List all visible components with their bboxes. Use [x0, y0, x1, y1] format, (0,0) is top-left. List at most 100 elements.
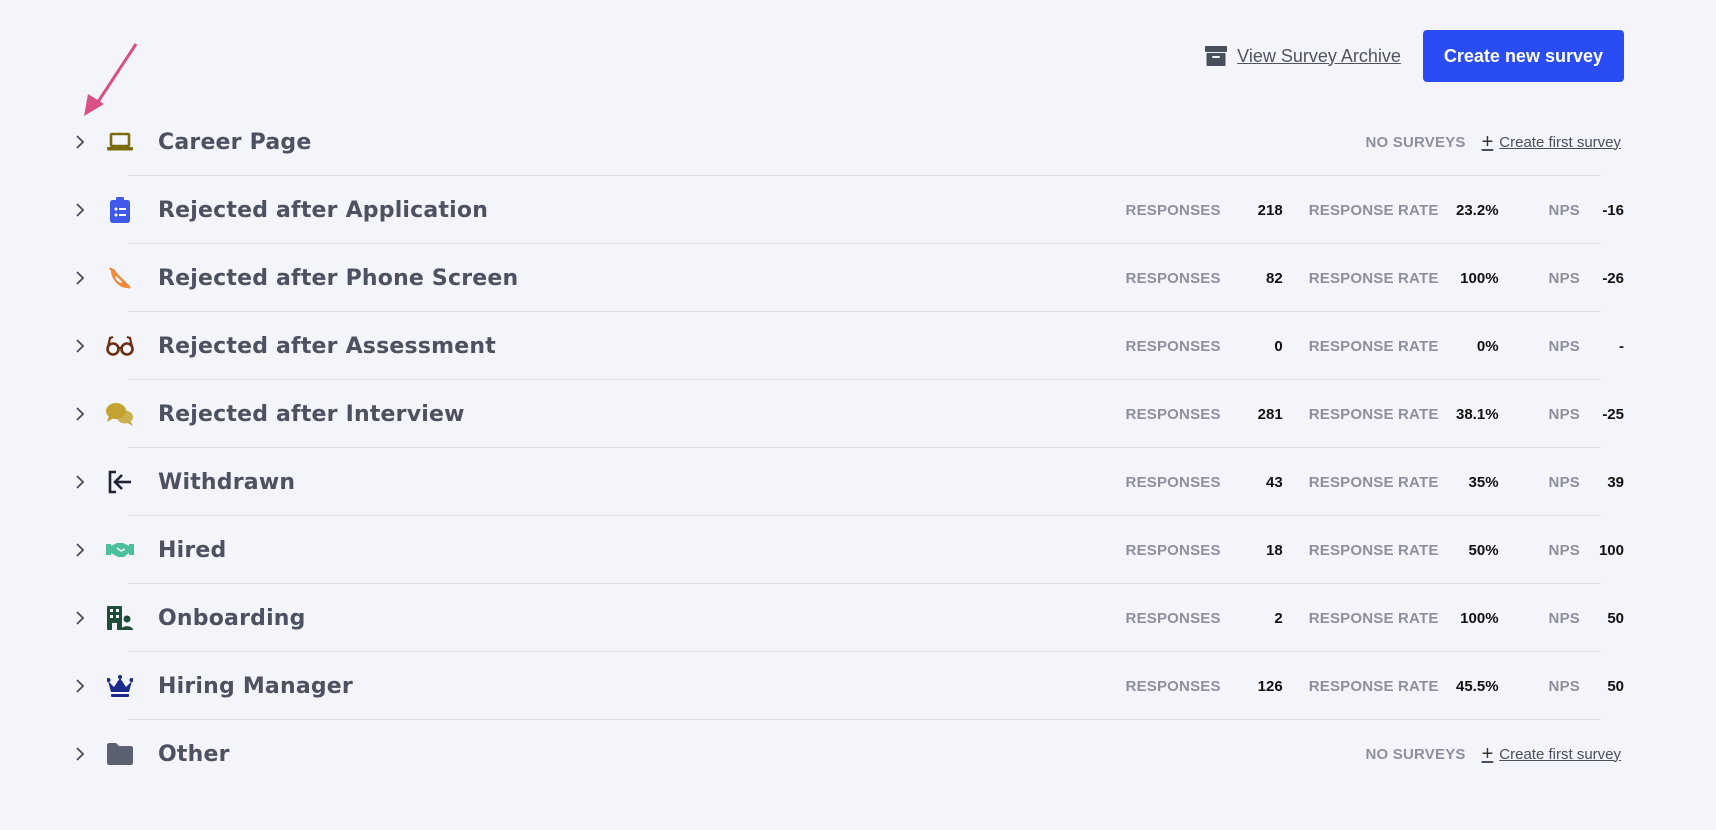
expand-chevron-icon[interactable] — [68, 606, 92, 630]
nps-label: NPS — [1548, 541, 1580, 559]
response-rate-value: 100% — [1460, 269, 1499, 287]
response-rate-label: RESPONSE RATE — [1308, 337, 1439, 355]
stats: RESPONSES 18 RESPONSE RATE 50% NPS 100 — [1126, 516, 1624, 584]
expand-chevron-icon[interactable] — [68, 198, 92, 222]
create-first-survey-label: Create first survey — [1499, 745, 1621, 763]
nps-value: 39 — [1607, 473, 1624, 491]
responses-value: 43 — [1266, 473, 1283, 491]
expand-chevron-icon[interactable] — [68, 538, 92, 562]
category-title[interactable]: Rejected after Phone Screen — [158, 266, 518, 291]
responses-value: 82 — [1266, 269, 1283, 287]
category-title[interactable]: Other — [158, 742, 230, 767]
expand-chevron-icon[interactable] — [68, 130, 92, 154]
response-rate-value: 23.2% — [1456, 201, 1499, 219]
create-first-survey-link[interactable]: + Create first survey — [1482, 132, 1621, 152]
no-surveys-label: NO SURVEYS — [1365, 133, 1466, 151]
response-rate-label: RESPONSE RATE — [1308, 405, 1439, 423]
category-title[interactable]: Hiring Manager — [158, 674, 353, 699]
responses-value: 18 — [1266, 541, 1283, 559]
responses-value: 126 — [1257, 677, 1283, 695]
survey-category-row[interactable]: Hiring Manager RESPONSES 126 RESPONSE RA… — [68, 652, 1624, 720]
category-title[interactable]: Career Page — [158, 130, 311, 155]
expand-chevron-icon[interactable] — [68, 674, 92, 698]
no-surveys-label: NO SURVEYS — [1365, 745, 1466, 763]
archive-label: View Survey Archive — [1237, 45, 1401, 66]
responses-value: 218 — [1257, 201, 1283, 219]
nps-value: 50 — [1607, 677, 1624, 695]
responses-label: RESPONSES — [1125, 541, 1221, 559]
responses-label: RESPONSES — [1125, 473, 1221, 491]
archive-icon — [1205, 46, 1228, 66]
survey-category-row[interactable]: Career Page NO SURVEYS + Create first su… — [68, 108, 1624, 176]
stats: RESPONSES 82 RESPONSE RATE 100% NPS -26 — [1126, 244, 1624, 312]
response-rate-value: 0% — [1476, 337, 1499, 355]
survey-category-row[interactable]: Rejected after Phone Screen RESPONSES 82… — [68, 244, 1624, 312]
responses-label: RESPONSES — [1125, 405, 1221, 423]
phone-slash-icon — [106, 264, 134, 292]
response-rate-label: RESPONSE RATE — [1308, 541, 1439, 559]
nps-value: -26 — [1602, 269, 1624, 287]
expand-chevron-icon[interactable] — [68, 266, 92, 290]
responses-value: 0 — [1274, 337, 1283, 355]
stats: RESPONSES 0 RESPONSE RATE 0% NPS - — [1126, 312, 1624, 380]
create-first-survey-label: Create first survey — [1499, 133, 1621, 151]
stats: RESPONSES 281 RESPONSE RATE 38.1% NPS -2… — [1126, 380, 1624, 448]
response-rate-value: 38.1% — [1456, 405, 1499, 423]
comments-icon — [106, 400, 134, 428]
nps-label: NPS — [1548, 337, 1580, 355]
folder-icon — [106, 740, 134, 768]
stats: RESPONSES 126 RESPONSE RATE 45.5% NPS 50 — [1126, 652, 1624, 720]
nps-label: NPS — [1548, 677, 1580, 695]
nps-value: -25 — [1602, 405, 1624, 423]
no-surveys-area: NO SURVEYS + Create first survey — [1366, 108, 1621, 176]
nps-label: NPS — [1548, 473, 1580, 491]
category-title[interactable]: Rejected after Interview — [158, 402, 465, 427]
glasses-icon — [106, 332, 134, 360]
response-rate-value: 45.5% — [1456, 677, 1499, 695]
responses-value: 2 — [1274, 609, 1283, 627]
response-rate-label: RESPONSE RATE — [1308, 473, 1439, 491]
survey-category-row[interactable]: Rejected after Interview RESPONSES 281 R… — [68, 380, 1624, 448]
response-rate-value: 35% — [1468, 473, 1499, 491]
handshake-icon — [106, 536, 134, 564]
create-first-survey-link[interactable]: + Create first survey — [1482, 744, 1621, 764]
responses-label: RESPONSES — [1125, 201, 1221, 219]
create-new-survey-button[interactable]: Create new survey — [1422, 30, 1624, 82]
category-title[interactable]: Rejected after Application — [158, 198, 488, 223]
stats: RESPONSES 2 RESPONSE RATE 100% NPS 50 — [1126, 584, 1624, 652]
survey-category-row[interactable]: Onboarding RESPONSES 2 RESPONSE RATE 100… — [68, 584, 1624, 652]
plus-icon: + — [1481, 131, 1494, 153]
response-rate-label: RESPONSE RATE — [1308, 201, 1439, 219]
survey-category-row[interactable]: Other NO SURVEYS + Create first survey — [68, 720, 1624, 788]
nps-value: 100 — [1598, 541, 1624, 559]
building-user-icon — [106, 604, 134, 632]
responses-label: RESPONSES — [1125, 609, 1221, 627]
response-rate-label: RESPONSE RATE — [1308, 609, 1439, 627]
survey-category-row[interactable]: Rejected after Assessment RESPONSES 0 RE… — [68, 312, 1624, 380]
expand-chevron-icon[interactable] — [68, 402, 92, 426]
top-actions: View Survey Archive Create new survey — [1205, 30, 1624, 82]
nps-value: -16 — [1602, 201, 1624, 219]
expand-chevron-icon[interactable] — [68, 470, 92, 494]
nps-value: 50 — [1607, 609, 1624, 627]
expand-chevron-icon[interactable] — [68, 334, 92, 358]
sign-out-icon — [106, 468, 134, 496]
survey-category-row[interactable]: Rejected after Application RESPONSES 218… — [68, 176, 1624, 244]
stats: RESPONSES 43 RESPONSE RATE 35% NPS 39 — [1126, 448, 1624, 516]
view-survey-archive-link[interactable]: View Survey Archive — [1205, 46, 1401, 67]
category-title[interactable]: Withdrawn — [158, 470, 295, 495]
survey-category-row[interactable]: Hired RESPONSES 18 RESPONSE RATE 50% NPS… — [68, 516, 1624, 584]
expand-chevron-icon[interactable] — [68, 742, 92, 766]
survey-category-row[interactable]: Withdrawn RESPONSES 43 RESPONSE RATE 35%… — [68, 448, 1624, 516]
category-title[interactable]: Rejected after Assessment — [158, 334, 496, 359]
nps-label: NPS — [1548, 609, 1580, 627]
stats: RESPONSES 218 RESPONSE RATE 23.2% NPS -1… — [1126, 176, 1624, 244]
crown-icon — [106, 672, 134, 700]
nps-label: NPS — [1548, 269, 1580, 287]
response-rate-value: 100% — [1460, 609, 1499, 627]
responses-label: RESPONSES — [1125, 337, 1221, 355]
responses-value: 281 — [1257, 405, 1283, 423]
category-title[interactable]: Onboarding — [158, 606, 306, 631]
category-title[interactable]: Hired — [158, 538, 226, 563]
responses-label: RESPONSES — [1125, 269, 1221, 287]
